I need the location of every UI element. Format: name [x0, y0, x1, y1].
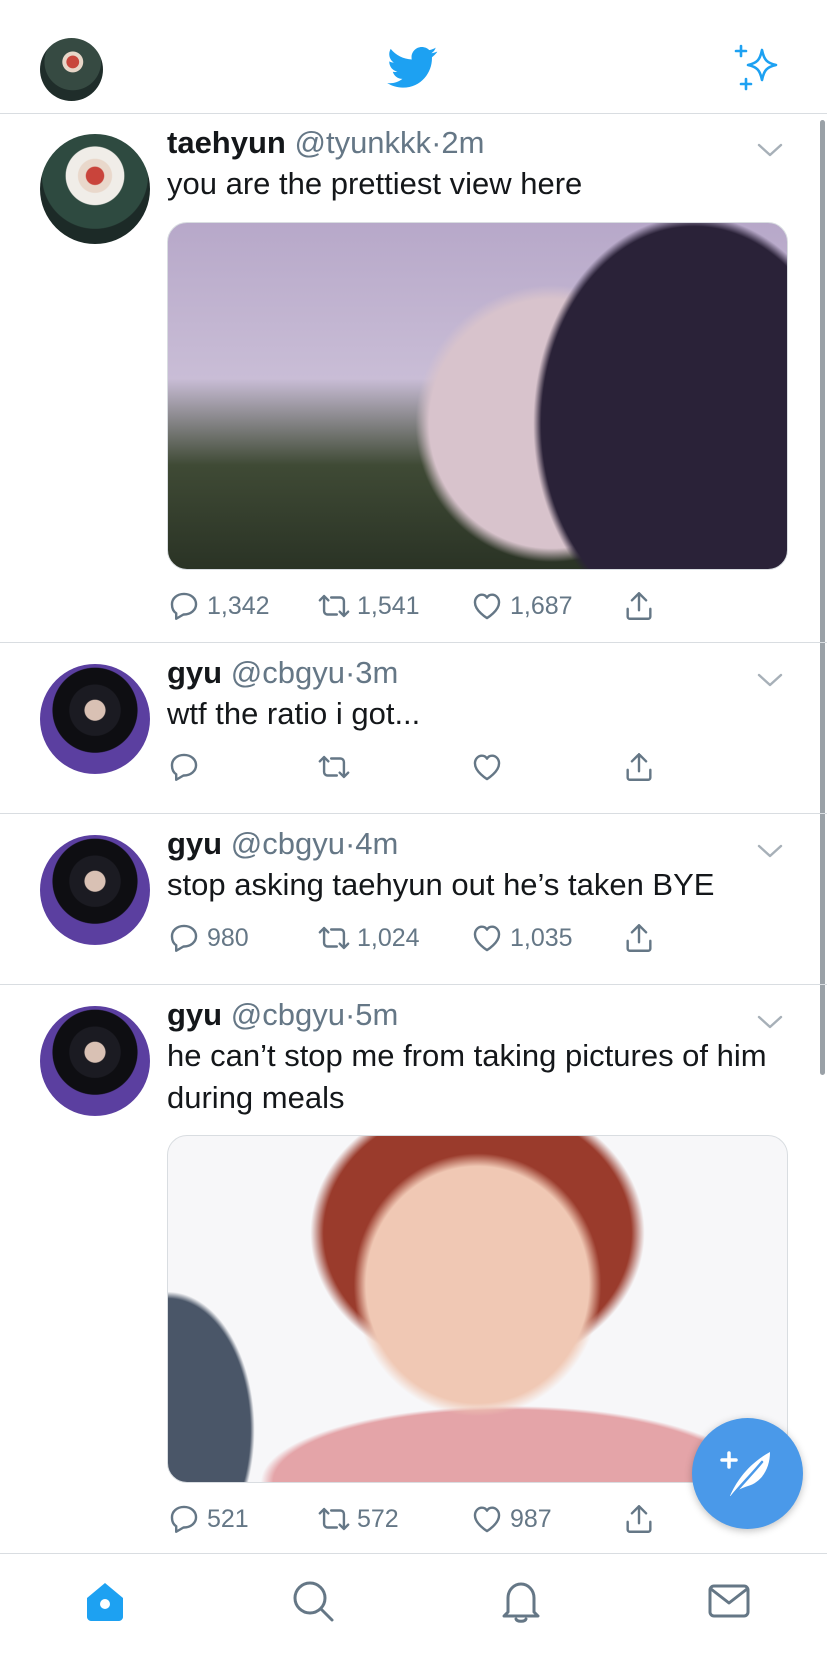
- separator-dot: ·: [344, 997, 356, 1032]
- retweet-icon: [318, 926, 350, 950]
- tweet-image[interactable]: [167, 1135, 788, 1483]
- tweet-header: gyu @cbgyu·3m: [167, 653, 787, 693]
- tweet-header: gyu @cbgyu·4m: [167, 824, 787, 864]
- share-button[interactable]: [622, 586, 662, 626]
- tweet-header: taehyun @tyunkkk·2m: [167, 123, 787, 163]
- reply-icon: [170, 1505, 198, 1533]
- user-handle[interactable]: @cbgyu: [231, 997, 345, 1032]
- avatar[interactable]: [40, 134, 150, 244]
- tweet-text: you are the prettiest view here: [167, 166, 583, 201]
- heart-icon: [473, 593, 501, 620]
- share-button[interactable]: [622, 918, 662, 958]
- reply-button[interactable]: 1,342: [167, 586, 270, 626]
- separator-dot: ·: [431, 125, 442, 160]
- tweet[interactable]: gyu @cbgyu·3m wtf the ratio i got...: [0, 643, 827, 814]
- user-handle[interactable]: @cbgyu: [231, 826, 345, 861]
- share-icon: [626, 753, 652, 781]
- retweet-count: 1,541: [357, 591, 420, 620]
- like-button[interactable]: 1,035: [470, 918, 573, 958]
- user-handle[interactable]: @cbgyu: [231, 655, 345, 690]
- tweet-time: 5m: [355, 997, 399, 1032]
- retweet-icon: [318, 594, 350, 618]
- notifications-icon[interactable]: [498, 1578, 544, 1624]
- avatar[interactable]: [40, 1006, 150, 1116]
- share-icon: [626, 1505, 652, 1533]
- tweet[interactable]: taehyun @tyunkkk·2m you are the pretties…: [0, 113, 827, 643]
- tweet-time: 2m: [441, 125, 485, 160]
- like-button[interactable]: 987: [470, 1499, 552, 1539]
- reply-count: 980: [207, 923, 249, 952]
- tweet-text: he can’t stop me from taking pictures of…: [167, 1038, 767, 1115]
- tweet-time: 3m: [355, 655, 399, 690]
- messages-icon[interactable]: [706, 1578, 752, 1624]
- timeline-feed: taehyun @tyunkkk·2m you are the pretties…: [0, 113, 827, 1556]
- reply-icon: [170, 592, 198, 620]
- retweet-button[interactable]: 572: [317, 1499, 399, 1539]
- twitter-bird-icon[interactable]: [385, 42, 441, 92]
- heart-icon: [473, 1506, 501, 1533]
- separator-dot: ·: [344, 655, 356, 690]
- like-button[interactable]: 1,687: [470, 586, 573, 626]
- reply-button[interactable]: [167, 747, 207, 787]
- display-name[interactable]: gyu: [167, 826, 222, 861]
- compose-tweet-button[interactable]: [692, 1418, 803, 1529]
- chevron-down-icon[interactable]: [757, 844, 783, 858]
- retweet-icon: [318, 1507, 350, 1531]
- like-count: 1,035: [510, 923, 573, 952]
- like-count: 987: [510, 1504, 552, 1533]
- share-icon: [626, 924, 652, 952]
- bottom-nav: [0, 1553, 827, 1673]
- retweet-count: 1,024: [357, 923, 420, 952]
- reply-button[interactable]: 521: [167, 1499, 249, 1539]
- chevron-down-icon[interactable]: [757, 143, 783, 157]
- heart-icon: [473, 754, 501, 781]
- tweet-time: 4m: [355, 826, 399, 861]
- compose-tweet-icon: [720, 1451, 770, 1498]
- retweet-button[interactable]: [317, 747, 357, 787]
- chevron-down-icon[interactable]: [757, 673, 783, 687]
- like-button[interactable]: [470, 747, 510, 787]
- top-bar: [0, 0, 827, 114]
- share-button[interactable]: [622, 1499, 662, 1539]
- tweet[interactable]: gyu @cbgyu·4m stop asking taehyun out he…: [0, 814, 827, 985]
- avatar[interactable]: [40, 835, 150, 945]
- user-handle[interactable]: @tyunkkk: [294, 125, 431, 160]
- share-button[interactable]: [622, 747, 662, 787]
- display-name[interactable]: gyu: [167, 997, 222, 1032]
- home-icon[interactable]: [82, 1578, 128, 1624]
- reply-count: 1,342: [207, 591, 270, 620]
- like-count: 1,687: [510, 591, 573, 620]
- sparkle-icon[interactable]: [734, 42, 784, 92]
- tweet-image[interactable]: [167, 222, 788, 570]
- share-icon: [626, 592, 652, 620]
- profile-avatar-button[interactable]: [40, 38, 103, 101]
- retweet-button[interactable]: 1,024: [317, 918, 420, 958]
- reply-count: 521: [207, 1504, 249, 1533]
- display-name[interactable]: gyu: [167, 655, 222, 690]
- retweet-button[interactable]: 1,541: [317, 586, 420, 626]
- reply-icon: [170, 924, 198, 952]
- tweet-text: stop asking taehyun out he’s taken BYE: [167, 867, 715, 902]
- reply-button[interactable]: 980: [167, 918, 249, 958]
- retweet-count: 572: [357, 1504, 399, 1533]
- tweet-header: gyu @cbgyu·5m: [167, 995, 787, 1035]
- separator-dot: ·: [344, 826, 356, 861]
- avatar[interactable]: [40, 664, 150, 774]
- search-icon[interactable]: [290, 1578, 336, 1624]
- display-name[interactable]: taehyun: [167, 125, 286, 160]
- chevron-down-icon[interactable]: [757, 1015, 783, 1029]
- tweet-text: wtf the ratio i got...: [167, 696, 421, 731]
- retweet-icon: [318, 755, 350, 779]
- heart-icon: [473, 925, 501, 952]
- reply-icon: [170, 753, 198, 781]
